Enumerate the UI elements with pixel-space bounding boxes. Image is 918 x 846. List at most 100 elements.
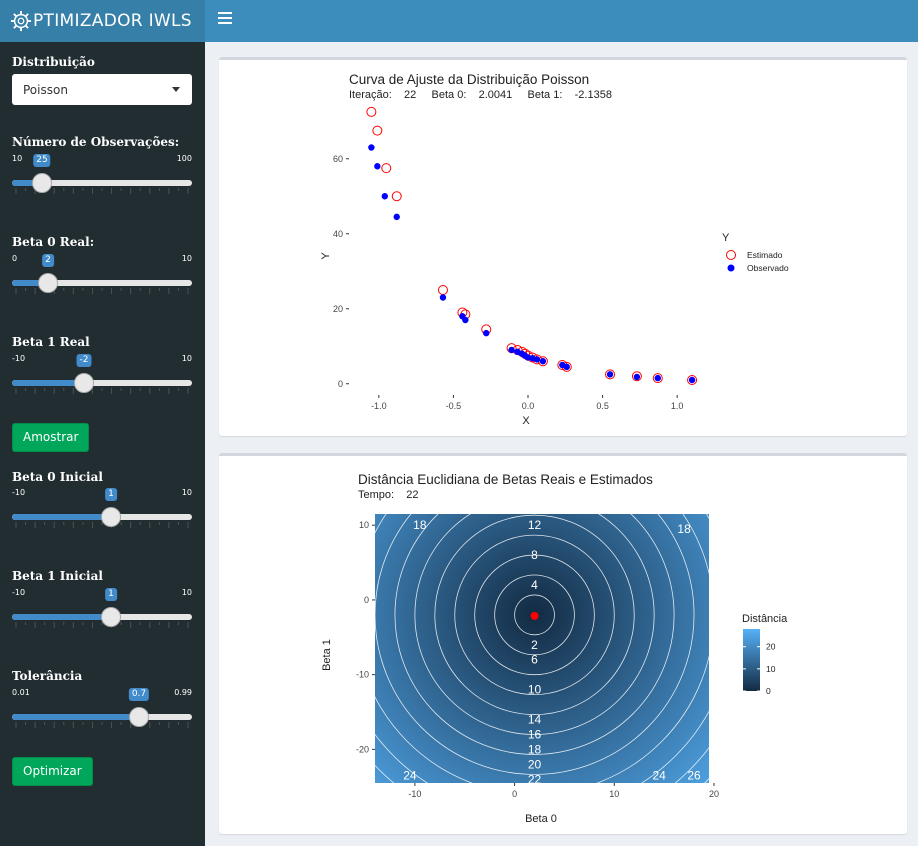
y-tick-label: 20 [333,304,343,314]
contour-label: 24 [403,769,417,783]
contour-label: 24 [652,769,666,783]
chart2-legend-title: Distância [742,613,788,625]
observado-point [439,294,447,301]
x-tick-label: -0.5 [446,401,462,411]
legend-observado-marker [727,264,735,272]
slider-handle[interactable] [129,707,149,727]
slider-fill [12,614,111,620]
contour-label: 22 [528,772,542,786]
y-tick-label: 0 [338,379,343,389]
observado-point [374,163,381,170]
slider-value-bubble: -2 [76,354,92,367]
slider-min-label: 10 [12,154,23,163]
contour-label: 12 [528,518,542,532]
sample-button[interactable]: Amostrar [12,423,90,452]
contour-label: 16 [528,727,542,741]
y-tick-label: 60 [333,154,343,164]
colorbar-tick-label: 20 [766,642,776,652]
observado-point [539,358,547,365]
beta0-real-label: Beta 0 Real: [12,235,95,249]
legend-estimado-marker [726,250,736,260]
observado-point [368,144,375,151]
distribution-select[interactable]: Poisson [12,74,192,105]
observado-point [688,376,696,384]
beta1-init-slider[interactable]: -10 10 1 [12,588,192,648]
fit-curve-panel: Curva de Ajuste da Distribuição Poisson … [219,57,907,436]
observado-point [563,363,570,371]
slider-handle[interactable] [38,273,58,293]
slider-ticks [15,522,189,528]
slider-value-bubble: 0.7 [128,688,150,701]
chart2-y-axis-label: Beta 1 [321,639,333,671]
contour-label: 26 [687,769,701,783]
colorbar-tick-label: 0 [766,686,771,696]
contour-label: 10 [528,683,542,697]
menu-toggle-icon[interactable] [218,12,232,26]
chart2-subtitle: Tempo: 22 [358,489,419,501]
slider-value-bubble: 1 [105,588,117,601]
x-tick-label: -10 [408,789,421,799]
contour-label: 4 [531,578,538,592]
distribution-label: Distribuição [12,55,95,69]
x-tick-label: 0.0 [522,401,535,411]
observado-point [381,193,388,200]
observado-point [654,374,661,382]
slider-handle[interactable] [101,507,121,527]
y-tick-label: 0 [364,595,369,605]
slider-ticks [15,722,189,728]
x-tick-label: 20 [709,789,719,799]
contour-label: 20 [528,757,542,771]
distribution-selected-value: Poisson [23,83,68,97]
contour-label: 8 [531,548,538,562]
slider-handle[interactable] [32,173,52,193]
slider-fill [12,714,139,720]
slider-ticks [15,388,189,394]
slider-handle[interactable] [101,607,121,627]
n-obs-slider[interactable]: 10 100 25 [12,154,192,214]
contour-label: 6 [531,653,538,667]
observado-point [462,316,469,324]
chart1-y-axis-label: Y [320,252,332,260]
n-obs-label: Número de Observações: [12,135,180,149]
sidebar: Distribuição Poisson Número de Observaçõ… [0,42,205,846]
slider-min-label: 0 [12,254,18,263]
slider-handle[interactable] [74,373,94,393]
x-tick-label: 1.0 [671,401,684,411]
estimated-beta-point [530,611,539,620]
legend-observado-label: Observado [747,263,789,273]
slider-min-label: -10 [12,588,26,597]
chart2-title: Distância Euclidiana de Betas Reais e Es… [358,472,653,487]
x-tick-label: -1.0 [371,401,387,411]
optimize-button[interactable]: Optimizar [12,757,93,786]
slider-ticks [15,622,189,628]
beta0-init-slider[interactable]: -10 10 1 [12,488,192,548]
beta0-init-label: Beta 0 Inicial [12,470,103,484]
gear-circuit-icon [10,10,32,32]
slider-min-label: -10 [12,354,26,363]
beta0-real-slider[interactable]: 0 10 2 [12,254,192,314]
observado-point [508,346,515,354]
estimado-point [437,285,448,295]
colorbar-tick-label: 10 [766,664,776,674]
caret-down-icon [172,87,180,92]
estimado-point [366,106,377,117]
slider-value-bubble: 1 [105,488,117,501]
observado-point [633,373,641,381]
beta1-init-label: Beta 1 Inicial [12,569,103,583]
logo-area: PTIMIZADOR IWLS [0,0,205,42]
slider-value-bubble: 2 [42,254,54,267]
observado-point [606,371,614,378]
slider-min-label: 0.01 [12,688,30,697]
x-tick-label: 10 [609,789,619,799]
observado-point [483,329,490,337]
contour-label: 14 [528,712,542,726]
chart2-colorbar [743,629,760,691]
tolerance-slider[interactable]: 0.01 0.99 0.7 [12,688,192,748]
slider-max-label: 10 [181,588,192,597]
beta1-real-slider[interactable]: -10 10 -2 [12,354,192,414]
fit-curve-chart: Curva de Ajuste da Distribuição Poisson … [320,72,789,427]
slider-value-bubble: 25 [33,154,51,167]
slider-max-label: 10 [181,354,192,363]
estimado-point [391,191,402,202]
x-tick-label: 0 [512,789,517,799]
